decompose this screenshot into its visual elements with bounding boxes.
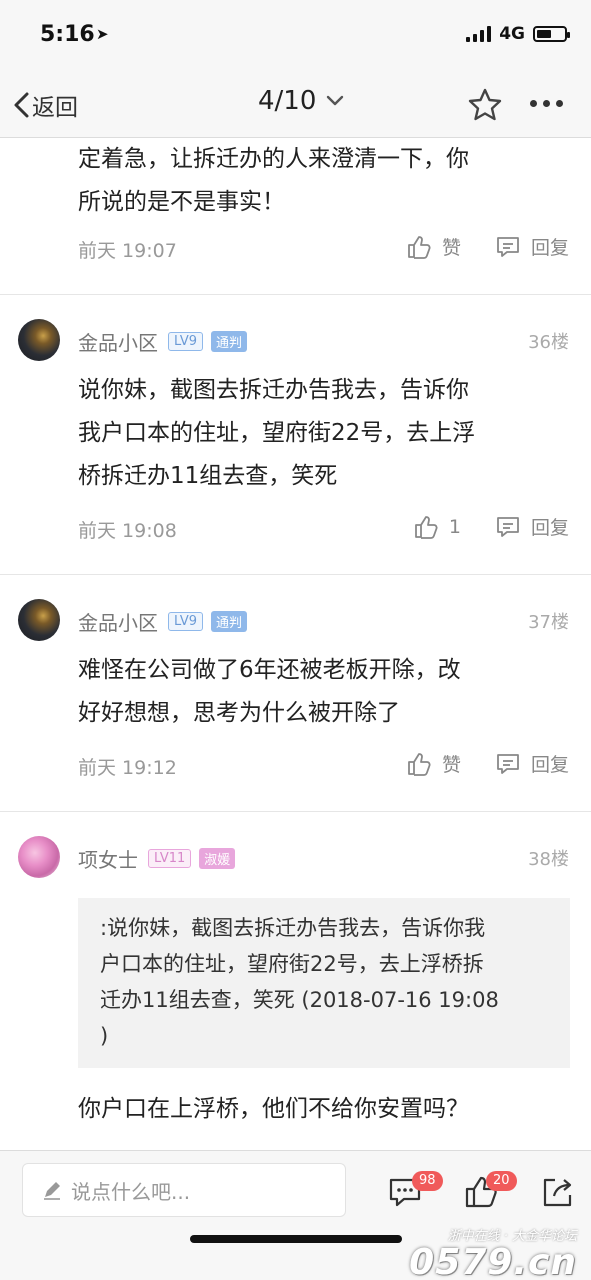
- quoted-reply: :说你妹，截图去拆迁办告我去，告诉你我 户口本的住址，望府街22号，去上浮桥拆 …: [78, 898, 570, 1068]
- post-time: 前天 19:07: [78, 240, 177, 262]
- back-label: 返回: [32, 95, 78, 121]
- user-info: 金品小区 LV9 通判: [78, 607, 247, 636]
- post-line: 好好想想，思考为什么被开除了: [78, 700, 400, 726]
- post-text: 说你妹，截图去拆迁办告我去，告诉你 我户口本的住址，望府街22号，去上浮 桥拆迁…: [78, 369, 568, 498]
- reply-button[interactable]: 回复: [495, 513, 569, 540]
- username[interactable]: 项女士: [78, 844, 138, 873]
- like-button[interactable]: 1: [413, 514, 461, 540]
- pencil-icon: [44, 1182, 60, 1200]
- post-line: 说你妹，截图去拆迁办告我去，告诉你: [78, 377, 469, 403]
- reply-label: 回复: [530, 754, 569, 776]
- divider: [0, 574, 591, 575]
- post-text: 难怪在公司做了6年还被老板开除，改 好好想想，思考为什么被开除了: [78, 649, 568, 735]
- floor-number: 36楼: [528, 332, 569, 353]
- reply-label: 回复: [530, 517, 569, 539]
- user-info: 项女士 LV11 淑媛: [78, 844, 236, 873]
- quote-line: ): [100, 1024, 109, 1048]
- thumbs-up-icon: [408, 235, 431, 259]
- chevron-down-icon: [327, 95, 344, 106]
- post-actions: 1 回复: [413, 513, 569, 540]
- reply-button[interactable]: 回复: [495, 750, 569, 777]
- home-indicator[interactable]: [190, 1235, 402, 1243]
- post-line: 桥拆迁办11组去查，笑死: [78, 463, 338, 489]
- bottom-bar: 说点什么吧... 98 20 浙中在线 · 大金华论坛 0579.cn: [0, 1150, 591, 1280]
- status-bar: 5:16 ➤ 4G: [0, 0, 591, 72]
- username[interactable]: 金品小区: [78, 327, 158, 356]
- network-type: 4G: [499, 24, 525, 44]
- avatar[interactable]: [18, 599, 60, 641]
- like-count: 1: [448, 515, 461, 538]
- status-time: 5:16: [40, 22, 95, 47]
- chevron-left-icon: [14, 92, 29, 118]
- quote-line: 户口本的住址，望府街22号，去上浮桥拆: [100, 952, 484, 976]
- comment-icon: [497, 236, 519, 257]
- post-line: 你户口在上浮桥，他们不给你安置吗？: [78, 1096, 469, 1122]
- reply-label: 回复: [530, 237, 569, 259]
- comment-placeholder: 说点什么吧...: [71, 1179, 191, 1204]
- nav-bar: 返回 4/10: [0, 72, 591, 138]
- username[interactable]: 金品小区: [78, 607, 158, 636]
- level-badge: LV9: [168, 332, 203, 351]
- back-button[interactable]: 返回: [12, 88, 78, 122]
- divider: [0, 811, 591, 812]
- watermark-logo: 0579.cn: [409, 1242, 577, 1280]
- floor-number: 37楼: [528, 612, 569, 633]
- level-badge: LV9: [168, 612, 203, 631]
- avatar[interactable]: [18, 836, 60, 878]
- star-icon[interactable]: [467, 87, 503, 123]
- like-button[interactable]: 赞: [406, 750, 461, 777]
- thumbs-up-icon: [408, 752, 431, 776]
- like-label: 赞: [441, 237, 461, 259]
- floor-number: 38楼: [528, 849, 569, 870]
- reply-button[interactable]: 回复: [495, 233, 569, 260]
- post-time: 前天 19:08: [78, 520, 177, 542]
- avatar[interactable]: [18, 319, 60, 361]
- title-badge: 淑媛: [199, 848, 236, 869]
- quote-line: :说你妹，截图去拆迁办告我去，告诉你我: [100, 916, 486, 940]
- comment-icon: [497, 753, 519, 774]
- thread-content: 定着急，让拆迁办的人来澄清一下，你 所说的是不是事实！ 前天 19:07 赞 回…: [0, 138, 591, 1150]
- post-line: 我户口本的住址，望府街22号，去上浮: [78, 420, 476, 446]
- page-indicator: 4/10: [258, 86, 317, 116]
- share-icon[interactable]: [541, 1175, 575, 1209]
- title-badge: 通判: [210, 331, 247, 352]
- more-icon[interactable]: [530, 100, 563, 107]
- level-badge: LV11: [148, 849, 192, 868]
- quote-line: 迁办11组去查，笑死 (2018-07-16 19:08: [100, 988, 499, 1012]
- post-line: 所说的是不是事实！: [78, 189, 285, 215]
- divider: [0, 294, 591, 295]
- battery-icon: [533, 26, 570, 42]
- post-line: 难怪在公司做了6年还被老板开除，改: [78, 657, 461, 683]
- like-button[interactable]: 赞: [406, 233, 461, 260]
- post-actions: 赞 回复: [406, 233, 569, 260]
- like-label: 赞: [441, 754, 461, 776]
- location-arrow-icon: ➤: [96, 25, 109, 43]
- thumbs-up-icon: [414, 515, 438, 539]
- post-line: 定着急，让拆迁办的人来澄清一下，你: [78, 146, 469, 172]
- title-badge: 通判: [210, 611, 247, 632]
- post-time: 前天 19:12: [78, 757, 177, 779]
- user-info: 金品小区 LV9 通判: [78, 327, 247, 356]
- post-text: 你户口在上浮桥，他们不给你安置吗？: [78, 1088, 568, 1131]
- watermark: 浙中在线 · 大金华论坛 0579.cn: [409, 1225, 577, 1280]
- page-selector[interactable]: 4/10: [258, 86, 344, 116]
- comment-icon: [497, 516, 519, 537]
- signal-icon: [466, 26, 492, 42]
- comment-input[interactable]: 说点什么吧...: [22, 1163, 346, 1217]
- comment-count-badge: 98: [412, 1171, 443, 1191]
- post-text: 定着急，让拆迁办的人来澄清一下，你 所说的是不是事实！: [78, 138, 568, 224]
- like-count-badge: 20: [486, 1171, 517, 1191]
- status-indicators: 4G: [466, 24, 570, 44]
- post-actions: 赞 回复: [406, 750, 569, 777]
